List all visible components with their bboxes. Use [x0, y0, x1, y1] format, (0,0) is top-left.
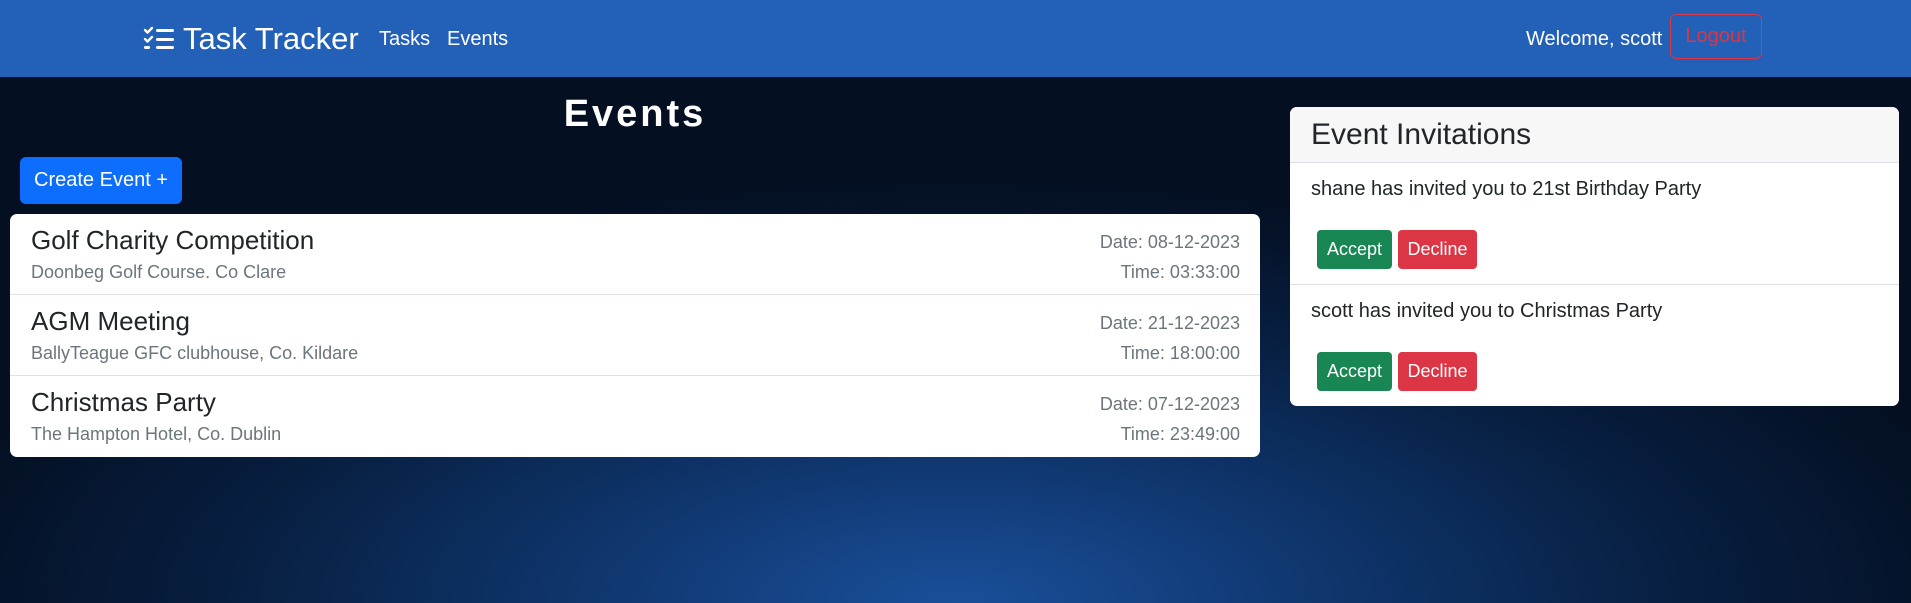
event-item[interactable]: Christmas Party The Hampton Hotel, Co. D…	[10, 376, 1260, 457]
brand[interactable]: Task Tracker	[143, 20, 359, 58]
invitations-header: Event Invitations	[1290, 107, 1899, 163]
invitation-text: shane has invited you to 21st Birthday P…	[1311, 178, 1702, 200]
nav-link-tasks[interactable]: Tasks	[379, 26, 430, 52]
page-title: Events	[563, 93, 707, 135]
accept-button[interactable]: Accept	[1317, 352, 1392, 391]
event-time: Time: 18:00:00	[1120, 343, 1240, 363]
accept-button[interactable]: Accept	[1317, 230, 1392, 269]
welcome-text: Welcome, scott	[1526, 28, 1663, 50]
invitation-text: scott has invited you to Christmas Party	[1311, 300, 1663, 322]
event-item[interactable]: Golf Charity Competition Doonbeg Golf Co…	[10, 214, 1260, 295]
event-name: Christmas Party	[31, 387, 216, 417]
event-date: Date: 21-12-2023	[1099, 313, 1240, 333]
event-date: Date: 07-12-2023	[1099, 394, 1240, 414]
event-location: Doonbeg Golf Course. Co Clare	[31, 262, 287, 282]
event-name: AGM Meeting	[31, 306, 190, 336]
event-time: Time: 03:33:00	[1120, 262, 1240, 282]
invitations-card: Event Invitations shane has invited you …	[1290, 107, 1899, 406]
navbar: Task Tracker Tasks Events Welcome, scott…	[0, 0, 1911, 77]
event-item[interactable]: AGM Meeting BallyTeague GFC clubhouse, C…	[10, 295, 1260, 376]
brand-label: Task Tracker	[183, 21, 359, 56]
event-location: The Hampton Hotel, Co. Dublin	[31, 424, 282, 444]
invitation-item: scott has invited you to Christmas Party…	[1290, 285, 1899, 406]
checklist-icon	[143, 26, 174, 49]
event-time: Time: 23:49:00	[1120, 424, 1240, 444]
nav-link-events[interactable]: Events	[447, 26, 508, 52]
event-date: Date: 08-12-2023	[1099, 232, 1240, 252]
invitation-item: shane has invited you to 21st Birthday P…	[1290, 163, 1899, 285]
logout-button[interactable]: Logout	[1670, 14, 1762, 59]
decline-button[interactable]: Decline	[1398, 352, 1477, 391]
event-list: Golf Charity Competition Doonbeg Golf Co…	[10, 214, 1260, 457]
event-location: BallyTeague GFC clubhouse, Co. Kildare	[31, 343, 359, 363]
event-name: Golf Charity Competition	[31, 225, 315, 255]
decline-button[interactable]: Decline	[1398, 230, 1477, 269]
create-event-button[interactable]: Create Event +	[20, 157, 182, 204]
